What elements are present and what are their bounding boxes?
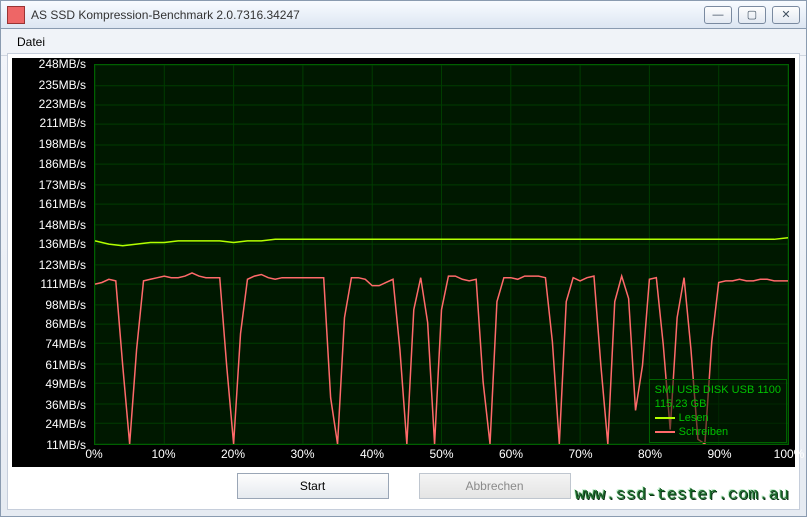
x-tick-label: 70% (568, 447, 592, 461)
window-buttons: — ▢ ✕ (704, 6, 800, 24)
y-tick-label: 61MB/s (45, 358, 86, 372)
maximize-button[interactable]: ▢ (738, 6, 766, 24)
start-button[interactable]: Start (237, 473, 389, 499)
y-tick-label: 123MB/s (39, 258, 86, 272)
y-tick-label: 98MB/s (45, 298, 86, 312)
y-tick-label: 186MB/s (39, 157, 86, 171)
x-tick-label: 30% (290, 447, 314, 461)
x-axis-labels: 0%10%20%30%40%50%60%70%80%90%100% (94, 447, 789, 465)
y-tick-label: 161MB/s (39, 197, 86, 211)
y-tick-label: 86MB/s (45, 317, 86, 331)
app-window: AS SSD Kompression-Benchmark 2.0.7316.34… (0, 0, 807, 517)
y-tick-label: 111MB/s (40, 277, 86, 291)
y-tick-label: 49MB/s (45, 377, 86, 391)
x-tick-label: 0% (85, 447, 102, 461)
y-tick-label: 211MB/s (40, 116, 86, 130)
y-tick-label: 74MB/s (45, 337, 86, 351)
menu-file[interactable]: Datei (9, 33, 53, 51)
legend-capacity: 115,23 GB (655, 397, 781, 411)
y-tick-label: 36MB/s (45, 398, 86, 412)
titlebar: AS SSD Kompression-Benchmark 2.0.7316.34… (1, 1, 806, 29)
plot-area: SMI USB DISK USB 1100 115,23 GB Lesen Sc… (94, 64, 789, 445)
y-tick-label: 11MB/s (46, 438, 86, 452)
content-panel: 11MB/s 24MB/s 36MB/s 49MB/s 61MB/s 74MB/s 86MB… (7, 53, 800, 510)
watermark: www.ssd-tester.com.au (575, 486, 789, 505)
x-tick-label: 50% (429, 447, 453, 461)
x-tick-label: 40% (360, 447, 384, 461)
legend-read-label: Lesen (679, 411, 709, 425)
chart-area: 11MB/s 24MB/s 36MB/s 49MB/s 61MB/s 74MB/s 86MB… (12, 58, 795, 467)
legend-device: SMI USB DISK USB 1100 (655, 383, 781, 397)
cancel-button: Abbrechen (419, 473, 571, 499)
y-tick-label: 223MB/s (39, 97, 86, 111)
x-tick-label: 20% (221, 447, 245, 461)
y-tick-label: 248MB/s (39, 57, 86, 71)
x-tick-label: 60% (499, 447, 523, 461)
legend-write-swatch (655, 431, 675, 433)
legend-write-row: Schreiben (655, 425, 781, 439)
x-tick-label: 80% (638, 447, 662, 461)
y-tick-label: 235MB/s (39, 78, 86, 92)
y-tick-label: 198MB/s (39, 137, 86, 151)
x-tick-label: 10% (151, 447, 175, 461)
y-tick-label: 24MB/s (45, 417, 86, 431)
x-tick-label: 100% (774, 447, 805, 461)
app-icon (7, 6, 25, 24)
y-axis-labels: 11MB/s24MB/s36MB/s49MB/s61MB/s74MB/s86MB… (12, 64, 92, 445)
legend-box: SMI USB DISK USB 1100 115,23 GB Lesen Sc… (649, 379, 787, 443)
y-tick-label: 148MB/s (39, 218, 86, 232)
close-button[interactable]: ✕ (772, 6, 800, 24)
legend-read-row: Lesen (655, 411, 781, 425)
x-tick-label: 90% (707, 447, 731, 461)
legend-read-swatch (655, 417, 675, 419)
y-tick-label: 173MB/s (39, 178, 86, 192)
y-tick-label: 136MB/s (39, 237, 86, 251)
minimize-button[interactable]: — (704, 6, 732, 24)
window-title: AS SSD Kompression-Benchmark 2.0.7316.34… (31, 8, 704, 22)
legend-write-label: Schreiben (679, 425, 729, 439)
menubar: Datei (1, 29, 806, 56)
